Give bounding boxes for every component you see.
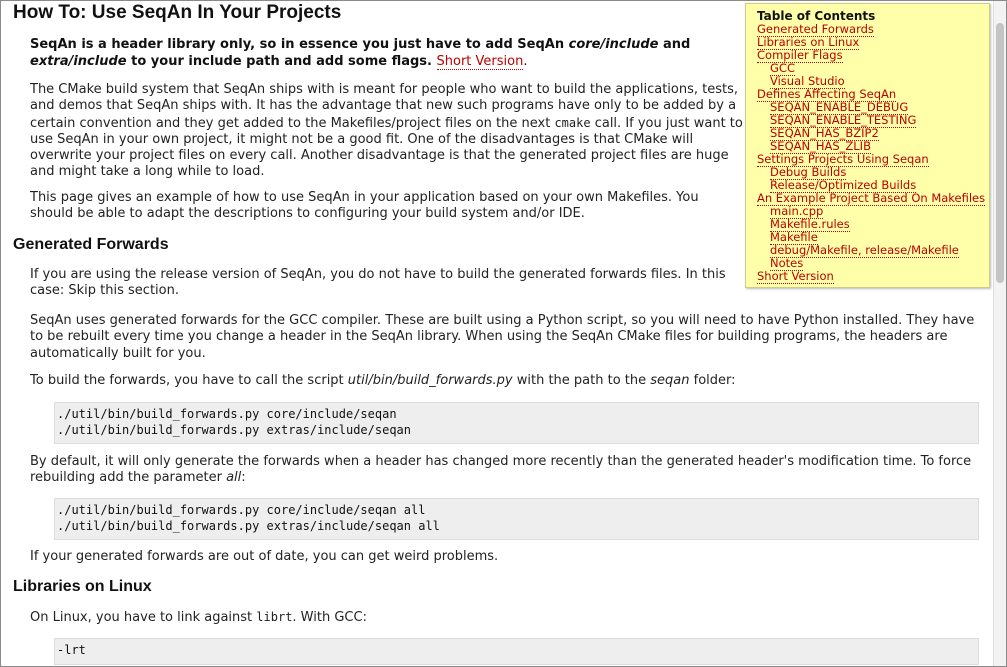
code-block-lrt: -lrt [54, 638, 979, 665]
gcc-forwards-paragraph: SeqAn uses generated forwards for the GC… [30, 313, 975, 361]
section-heading-generated-forwards: Generated Forwards [13, 236, 169, 253]
cmake-paragraph: The CMake build system that SeqAn ships … [30, 82, 743, 180]
section-heading-libraries-linux: Libraries on Linux [13, 578, 152, 595]
toc-list: Generated Forwards Libraries on Linux Comp… [757, 22, 986, 284]
short-version-link[interactable]: Short Version [436, 54, 524, 70]
librt-paragraph: On Linux, you have to link against librt… [30, 610, 367, 625]
page-title: How To: Use SeqAn In Your Projects [13, 2, 342, 23]
code-block-build-forwards-all: ./util/bin/build_forwards.py core/includ… [54, 498, 979, 540]
toc-link[interactable]: Short Version [757, 269, 834, 284]
code-line: ./util/bin/build_forwards.py extras/incl… [57, 518, 440, 533]
build-forwards-paragraph: To build the forwards, you have to call … [30, 373, 736, 388]
toc-item: Short Version [757, 269, 985, 284]
code-block-build-forwards: ./util/bin/build_forwards.py core/includ… [54, 402, 979, 444]
out-of-date-paragraph: If your generated forwards are out of da… [30, 549, 499, 564]
toc-title: Table of Contents [757, 9, 876, 23]
makefile-intro-paragraph: This page gives an example of how to use… [30, 190, 699, 222]
table-of-contents: Table of Contents Generated Forwards Libr… [745, 3, 990, 288]
code-line: ./util/bin/build_forwards.py core/includ… [57, 407, 397, 421]
intro-paragraph: SeqAn is a header library only, so in es… [30, 37, 691, 70]
browser-viewport: How To: Use SeqAn In Your Projects SeqAn… [0, 0, 1007, 667]
code-line: ./util/bin/build_forwards.py extras/incl… [57, 422, 412, 437]
code-line: ./util/bin/build_forwards.py core/includ… [57, 503, 426, 517]
code-line: -lrt [57, 643, 86, 657]
vertical-scrollbar[interactable] [993, 1, 1006, 666]
release-paragraph: If you are using the release version of … [30, 267, 726, 299]
scrollbar-thumb[interactable] [996, 23, 1004, 283]
force-rebuild-paragraph: By default, it will only generate the fo… [30, 454, 972, 486]
